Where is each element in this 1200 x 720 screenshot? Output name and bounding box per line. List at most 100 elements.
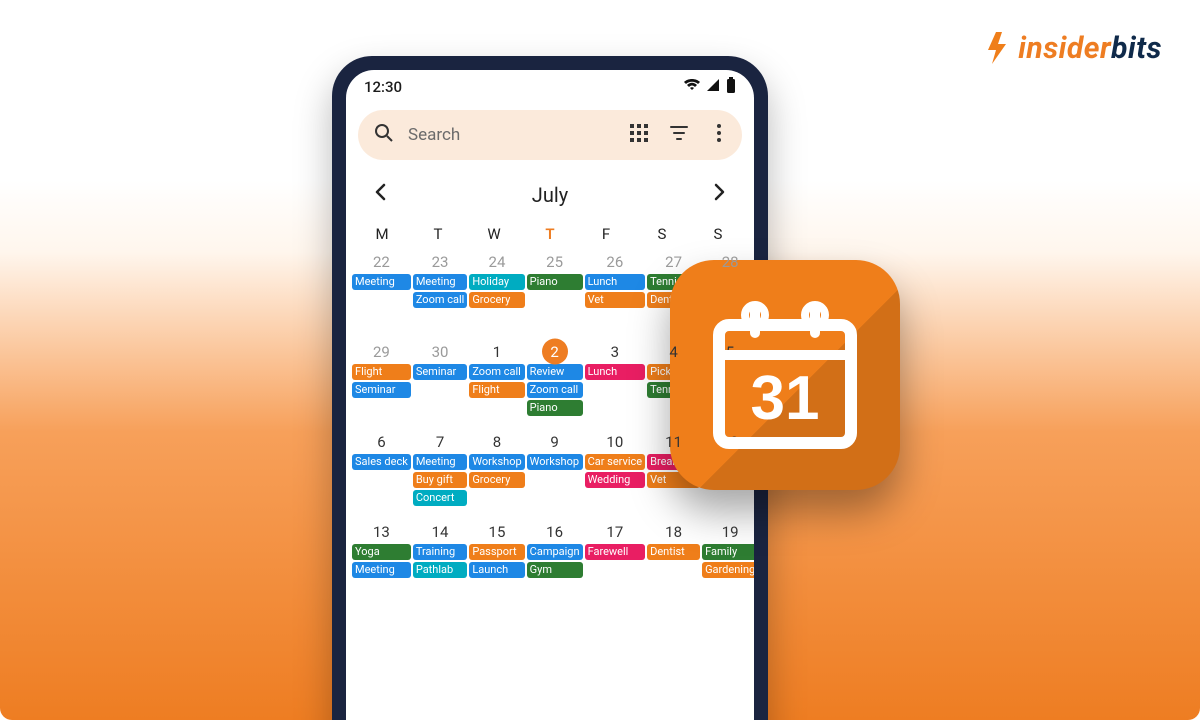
event-chip[interactable]: Piano bbox=[527, 274, 583, 290]
month-nav: July bbox=[346, 160, 754, 217]
calendar-cell[interactable]: 26Lunch Vet bbox=[585, 249, 646, 337]
calendar-cell[interactable]: 24Holiday Grocery bbox=[469, 249, 524, 337]
event-chip[interactable]: Meeting bbox=[352, 274, 411, 290]
calendar-cell[interactable]: 15PassportLaunch bbox=[469, 519, 524, 607]
event-chip[interactable]: Meeting bbox=[413, 454, 468, 470]
day-events: Campaign Gym bbox=[527, 544, 583, 578]
event-chip[interactable]: Lunch bbox=[585, 274, 646, 290]
weekday-header: MTWTFSS bbox=[346, 217, 754, 247]
day-events: Farewell bbox=[585, 544, 646, 560]
event-chip[interactable]: Campaign bbox=[527, 544, 583, 560]
event-chip[interactable]: Flight bbox=[469, 382, 524, 398]
event-chip[interactable]: Grocery bbox=[469, 292, 524, 308]
search-bar[interactable]: Search bbox=[358, 110, 742, 160]
day-events: Meeting bbox=[352, 274, 411, 290]
event-chip[interactable]: Meeting bbox=[352, 562, 411, 578]
filter-icon[interactable] bbox=[666, 124, 692, 147]
logo-suffix: bits bbox=[1111, 31, 1162, 66]
brand-logo: insiderbits bbox=[982, 30, 1162, 66]
event-chip[interactable]: Workshop bbox=[469, 454, 524, 470]
app-icon-number: 31 bbox=[751, 364, 820, 433]
calendar-cell[interactable]: 25Piano bbox=[527, 249, 583, 337]
weekday-label: T bbox=[410, 225, 466, 243]
weekday-label: W bbox=[466, 225, 522, 243]
event-chip[interactable]: Sales deck bbox=[352, 454, 411, 470]
day-number: 7 bbox=[413, 429, 468, 454]
calendar-cell[interactable]: 17Farewell bbox=[585, 519, 646, 607]
day-events: Meeting Zoom call bbox=[413, 274, 468, 308]
event-chip[interactable]: Gardening bbox=[702, 562, 754, 578]
event-chip[interactable]: Family bbox=[702, 544, 754, 560]
calendar-cell[interactable]: 29FlightSeminar bbox=[352, 339, 411, 427]
event-chip[interactable]: Zoom call bbox=[413, 292, 468, 308]
event-chip[interactable]: Buy gift bbox=[413, 472, 468, 488]
event-chip[interactable]: Gym bbox=[527, 562, 583, 578]
event-chip[interactable]: Lunch bbox=[585, 364, 646, 380]
calendar-cell[interactable]: 16Campaign Gym bbox=[527, 519, 583, 607]
calendar-cell[interactable]: 22Meeting bbox=[352, 249, 411, 337]
day-events: Family Gardening bbox=[702, 544, 754, 578]
day-number: 17 bbox=[585, 519, 646, 544]
event-chip[interactable]: Launch bbox=[469, 562, 524, 578]
event-chip[interactable]: Training bbox=[413, 544, 468, 560]
calendar-cell[interactable]: 13Yoga Meeting bbox=[352, 519, 411, 607]
calendar-cell[interactable]: 3Lunch bbox=[585, 339, 646, 427]
more-icon[interactable] bbox=[706, 124, 732, 147]
event-chip[interactable]: Grocery bbox=[469, 472, 524, 488]
event-chip[interactable]: Meeting bbox=[413, 274, 468, 290]
calendar-cell[interactable]: 1Zoom call Flight bbox=[469, 339, 524, 427]
day-events: Yoga Meeting bbox=[352, 544, 411, 578]
event-chip[interactable]: Workshop bbox=[527, 454, 583, 470]
calendar-cell[interactable]: 30Seminar bbox=[413, 339, 468, 427]
event-chip[interactable]: Concert bbox=[413, 490, 468, 506]
event-chip[interactable]: Holiday bbox=[469, 274, 524, 290]
prev-month-button[interactable] bbox=[368, 182, 392, 207]
calendar-cell[interactable]: 10Car serviceWedding bbox=[585, 429, 646, 517]
event-chip[interactable]: Review bbox=[527, 364, 583, 380]
next-month-button[interactable] bbox=[708, 182, 732, 207]
event-chip[interactable]: Zoom call bbox=[527, 382, 583, 398]
calendar-cell[interactable]: 9Workshop bbox=[527, 429, 583, 517]
day-events: Seminar bbox=[413, 364, 468, 380]
event-chip[interactable]: Passport bbox=[469, 544, 524, 560]
event-chip[interactable]: Car service bbox=[585, 454, 646, 470]
logo-prefix: insider bbox=[1018, 31, 1111, 66]
event-chip[interactable]: Yoga bbox=[352, 544, 411, 560]
calendar-cell[interactable]: 23MeetingZoom call bbox=[413, 249, 468, 337]
event-chip[interactable]: Farewell bbox=[585, 544, 646, 560]
day-number: 8 bbox=[469, 429, 524, 454]
day-number: 22 bbox=[352, 249, 411, 274]
calendar-cell[interactable]: 2Review Zoom call Piano bbox=[527, 339, 583, 427]
day-number: 1 bbox=[469, 339, 524, 364]
day-number: 13 bbox=[352, 519, 411, 544]
calendar-cell[interactable]: 19FamilyGardening bbox=[702, 519, 754, 607]
day-events: Dentist bbox=[647, 544, 700, 560]
status-bar: 12:30 bbox=[346, 70, 754, 104]
weekday-label: M bbox=[354, 225, 410, 243]
day-events: Training Pathlab bbox=[413, 544, 468, 578]
calendar-cell[interactable]: 18Dentist bbox=[647, 519, 700, 607]
event-chip[interactable]: Flight bbox=[352, 364, 411, 380]
day-number: 26 bbox=[585, 249, 646, 274]
day-number: 2 bbox=[527, 339, 583, 364]
event-chip[interactable]: Wedding bbox=[585, 472, 646, 488]
event-chip[interactable]: Seminar bbox=[413, 364, 468, 380]
weekday-label: S bbox=[634, 225, 690, 243]
event-chip[interactable]: Pathlab bbox=[413, 562, 468, 578]
event-chip[interactable]: Zoom call bbox=[469, 364, 524, 380]
calendar-cell[interactable]: 6Sales deck bbox=[352, 429, 411, 517]
event-chip[interactable]: Dentist bbox=[647, 544, 700, 560]
day-number: 6 bbox=[352, 429, 411, 454]
view-grid-icon[interactable] bbox=[626, 124, 652, 147]
calendar-cell[interactable]: 7Meeting Buy gift Concert bbox=[413, 429, 468, 517]
event-chip[interactable]: Vet bbox=[585, 292, 646, 308]
day-number: 14 bbox=[413, 519, 468, 544]
day-number: 24 bbox=[469, 249, 524, 274]
day-events: Passport Launch bbox=[469, 544, 524, 578]
event-chip[interactable]: Piano bbox=[527, 400, 583, 416]
day-number: 16 bbox=[527, 519, 583, 544]
event-chip[interactable]: Seminar bbox=[352, 382, 411, 398]
calendar-cell[interactable]: 14Training Pathlab bbox=[413, 519, 468, 607]
day-events: Meeting Buy gift Concert bbox=[413, 454, 468, 506]
calendar-cell[interactable]: 8Workshop Grocery bbox=[469, 429, 524, 517]
